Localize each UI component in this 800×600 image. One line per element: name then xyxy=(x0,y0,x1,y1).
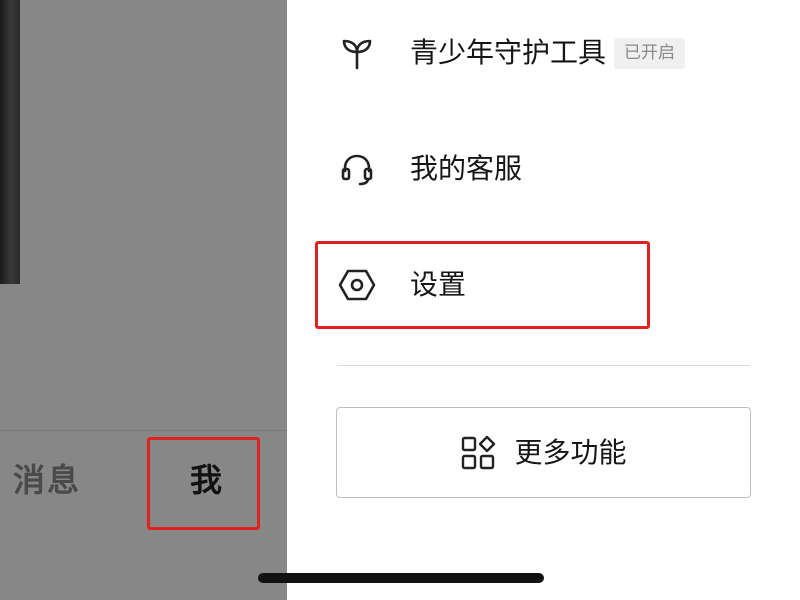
menu-divider xyxy=(337,365,750,366)
menu-item-label: 青少年守护工具 xyxy=(410,36,607,69)
apps-grid-icon xyxy=(460,435,496,471)
highlight-box-me xyxy=(147,437,260,530)
menu-item-youth-protection[interactable]: 青少年守护工具 已开启 xyxy=(337,23,737,83)
tab-messages[interactable]: 消息 xyxy=(13,462,81,498)
dimmed-overlay[interactable]: 消息 我 xyxy=(0,0,287,600)
screen: 消息 我 青少年守护工具 已开启 我的客服 设置 更多功能 xyxy=(0,0,800,600)
highlight-box-settings xyxy=(315,241,650,329)
menu-item-customer-service[interactable]: 我的客服 xyxy=(337,139,737,199)
profile-background-image xyxy=(0,0,20,284)
tabbar-divider xyxy=(0,430,287,431)
headset-icon xyxy=(337,149,377,189)
status-badge: 已开启 xyxy=(614,37,686,69)
more-functions-button[interactable]: 更多功能 xyxy=(336,407,751,498)
menu-item-label: 我的客服 xyxy=(410,152,523,185)
sprout-icon xyxy=(337,33,377,73)
more-functions-label: 更多功能 xyxy=(514,435,627,469)
home-indicator[interactable] xyxy=(258,573,544,583)
